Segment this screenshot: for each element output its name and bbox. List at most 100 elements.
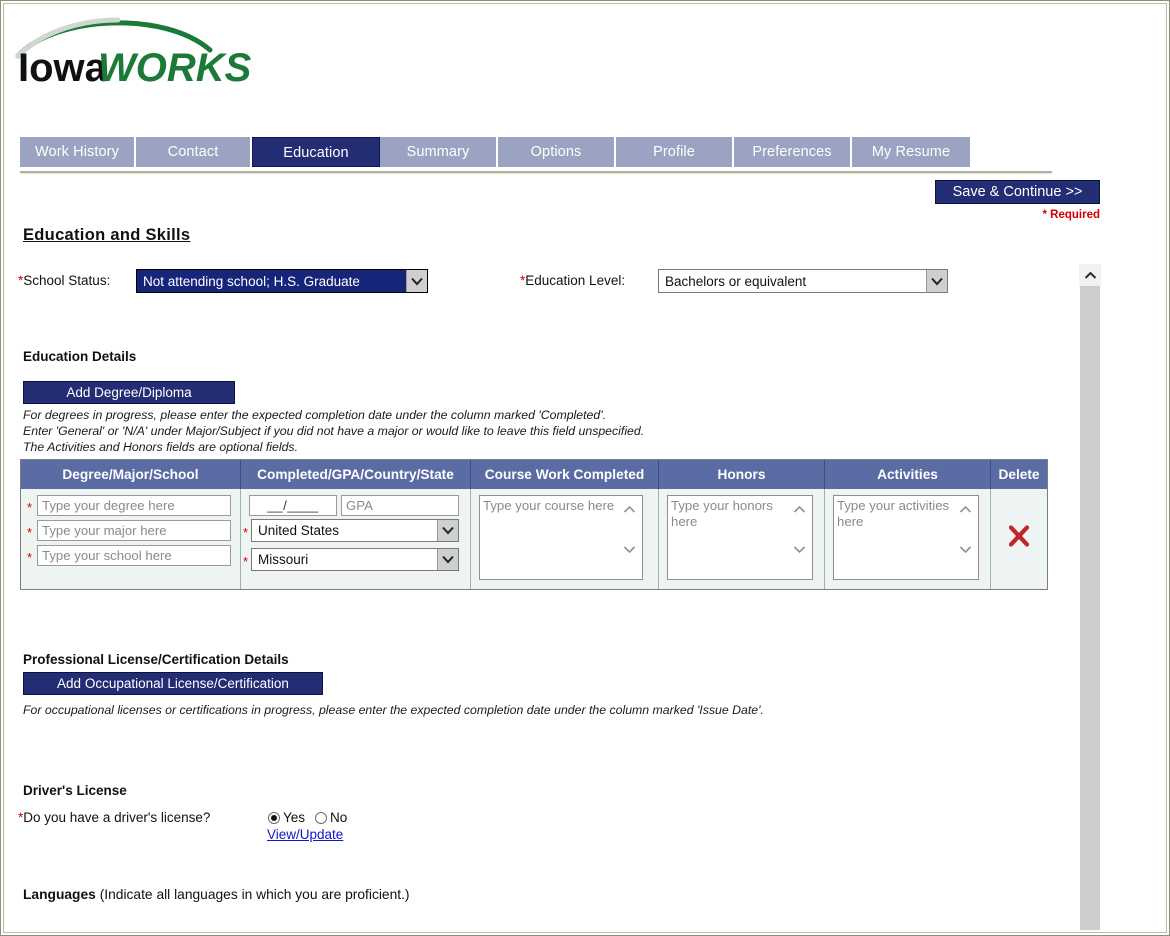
education-details-note-3: The Activities and Honors fields are opt… xyxy=(23,440,298,454)
chevron-down-icon[interactable] xyxy=(437,520,458,541)
school-input[interactable]: Type your school here xyxy=(37,545,231,566)
save-and-continue-button[interactable]: Save & Continue >> xyxy=(935,180,1100,204)
tab-profile[interactable]: Profile xyxy=(616,137,734,167)
school-status-select[interactable]: Not attending school; H.S. Graduate xyxy=(136,269,428,293)
required-legend: * Required xyxy=(1042,209,1100,221)
languages-heading: Languages (Indicate all languages in whi… xyxy=(23,887,410,902)
cell-activities: Type your activities here xyxy=(825,489,991,589)
drivers-license-question-text: Do you have a driver's license? xyxy=(23,810,211,825)
radio-no[interactable] xyxy=(315,811,328,824)
languages-note: (Indicate all languages in which you are… xyxy=(99,887,410,902)
add-degree-diploma-button[interactable]: Add Degree/Diploma xyxy=(23,381,235,404)
education-details-note-1: For degrees in progress, please enter th… xyxy=(23,408,606,422)
radio-yes-label: Yes xyxy=(283,810,306,825)
tab-contact[interactable]: Contact xyxy=(136,137,252,167)
tab-summary[interactable]: Summary xyxy=(380,137,498,167)
education-details-table: Degree/Major/School Completed/GPA/Countr… xyxy=(20,459,1048,590)
scrollbar-thumb[interactable] xyxy=(1080,286,1100,930)
tab-work-history[interactable]: Work History xyxy=(20,137,136,167)
table-row: * Type your degree here * Type your majo… xyxy=(21,489,1047,589)
browser-window: Iowa WORKS Work History Contact Educatio… xyxy=(0,0,1170,936)
textarea-scroll-down-icon[interactable] xyxy=(959,545,972,554)
tab-options[interactable]: Options xyxy=(498,137,616,167)
completed-date-input[interactable]: __/____ xyxy=(249,495,337,516)
degree-input[interactable]: Type your degree here xyxy=(37,495,231,516)
education-details-heading: Education Details xyxy=(23,349,137,364)
table-header-row: Degree/Major/School Completed/GPA/Countr… xyxy=(21,460,1047,489)
chevron-down-icon[interactable] xyxy=(437,549,458,570)
chevron-down-icon[interactable] xyxy=(926,270,947,292)
column-header-delete: Delete xyxy=(998,467,1040,482)
education-details-note-2: Enter 'General' or 'N/A' under Major/Sub… xyxy=(23,424,645,438)
textarea-scroll-down-icon[interactable] xyxy=(793,545,806,554)
country-value: United States xyxy=(258,523,340,538)
page-title: Education and Skills xyxy=(23,226,191,244)
view-update-link[interactable]: View/Update xyxy=(267,827,343,842)
page-content: Iowa WORKS Work History Contact Educatio… xyxy=(6,6,1164,930)
cell-delete xyxy=(991,489,1047,589)
tab-label: Work History xyxy=(35,144,119,160)
school-status-label-text: School Status: xyxy=(23,273,111,288)
add-occupational-license-button[interactable]: Add Occupational License/Certification xyxy=(23,672,323,695)
column-header-completed-gpa-country-state: Completed/GPA/Country/State xyxy=(241,460,471,489)
delete-row-button[interactable] xyxy=(1006,524,1032,555)
column-header-activities: Activities xyxy=(825,460,991,489)
tab-label: My Resume xyxy=(871,144,951,160)
license-details-heading: Professional License/Certification Detai… xyxy=(23,652,289,667)
textarea-scroll-down-icon[interactable] xyxy=(623,545,636,554)
license-details-note: For occupational licenses or certificati… xyxy=(23,703,764,717)
column-header-degree-major-school: Degree/Major/School xyxy=(21,460,241,489)
required-asterisk: * xyxy=(243,525,249,540)
required-asterisk: * xyxy=(27,550,33,565)
drivers-license-question: *Do you have a driver's license? xyxy=(18,810,210,825)
textarea-scroll-up-icon[interactable] xyxy=(793,505,806,514)
languages-heading-text: Languages xyxy=(23,887,96,902)
chevron-down-icon[interactable] xyxy=(406,270,427,292)
education-level-label: *Education Level: xyxy=(520,273,625,288)
tab-label: Options xyxy=(530,144,582,160)
education-level-label-text: Education Level: xyxy=(525,273,626,288)
tab-label: Contact xyxy=(167,144,219,160)
tab-bottom-rule-light xyxy=(20,173,1052,174)
tab-preferences[interactable]: Preferences xyxy=(734,137,852,167)
state-value: Missouri xyxy=(258,552,309,567)
required-asterisk: * xyxy=(27,525,33,540)
radio-yes[interactable] xyxy=(268,811,280,824)
textarea-scroll-up-icon[interactable] xyxy=(623,505,636,514)
chevron-up-icon[interactable] xyxy=(1079,264,1101,286)
textarea-scroll-up-icon[interactable] xyxy=(959,505,972,514)
tab-education[interactable]: Education xyxy=(252,137,380,167)
education-level-value: Bachelors or equivalent xyxy=(665,273,807,289)
required-asterisk: * xyxy=(243,554,249,569)
major-input[interactable]: Type your major here xyxy=(37,520,231,541)
country-select[interactable]: United States xyxy=(251,519,459,542)
tab-label: Profile xyxy=(653,144,695,160)
column-header-course-work-completed: Course Work Completed xyxy=(471,460,659,489)
honors-textarea[interactable]: Type your honors here xyxy=(667,495,813,580)
cell-degree-major-school: * Type your degree here * Type your majo… xyxy=(21,489,241,589)
cell-course-work: Type your course here xyxy=(471,489,659,589)
svg-text:Iowa: Iowa xyxy=(18,46,108,90)
scrollbar-track[interactable] xyxy=(1079,286,1101,930)
school-status-value: Not attending school; H.S. Graduate xyxy=(137,270,406,292)
education-level-select[interactable]: Bachelors or equivalent xyxy=(658,269,948,293)
drivers-license-heading: Driver's License xyxy=(23,783,127,798)
tab-label: Summary xyxy=(406,144,470,160)
tab-label: Preferences xyxy=(752,144,832,160)
school-status-label: *School Status: xyxy=(18,273,110,288)
cell-completed-gpa-country-state: __/____ GPA * United States * Missouri xyxy=(241,489,471,589)
column-header-honors: Honors xyxy=(659,460,825,489)
cell-honors: Type your honors here xyxy=(659,489,825,589)
activities-textarea[interactable]: Type your activities here xyxy=(833,495,979,580)
navigation-tabs: Work History Contact Education Summary O… xyxy=(20,137,1052,174)
tab-label: Education xyxy=(283,145,349,161)
tab-list: Work History Contact Education Summary O… xyxy=(20,137,1052,167)
tab-my-resume[interactable]: My Resume xyxy=(852,137,970,167)
drivers-license-radio-group: Yes No xyxy=(268,810,347,825)
gpa-input[interactable]: GPA xyxy=(341,495,459,516)
course-work-textarea[interactable]: Type your course here xyxy=(479,495,643,580)
state-select[interactable]: Missouri xyxy=(251,548,459,571)
svg-text:WORKS: WORKS xyxy=(98,46,252,90)
page-scrollbar[interactable] xyxy=(1079,264,1101,930)
required-asterisk: * xyxy=(27,500,33,515)
